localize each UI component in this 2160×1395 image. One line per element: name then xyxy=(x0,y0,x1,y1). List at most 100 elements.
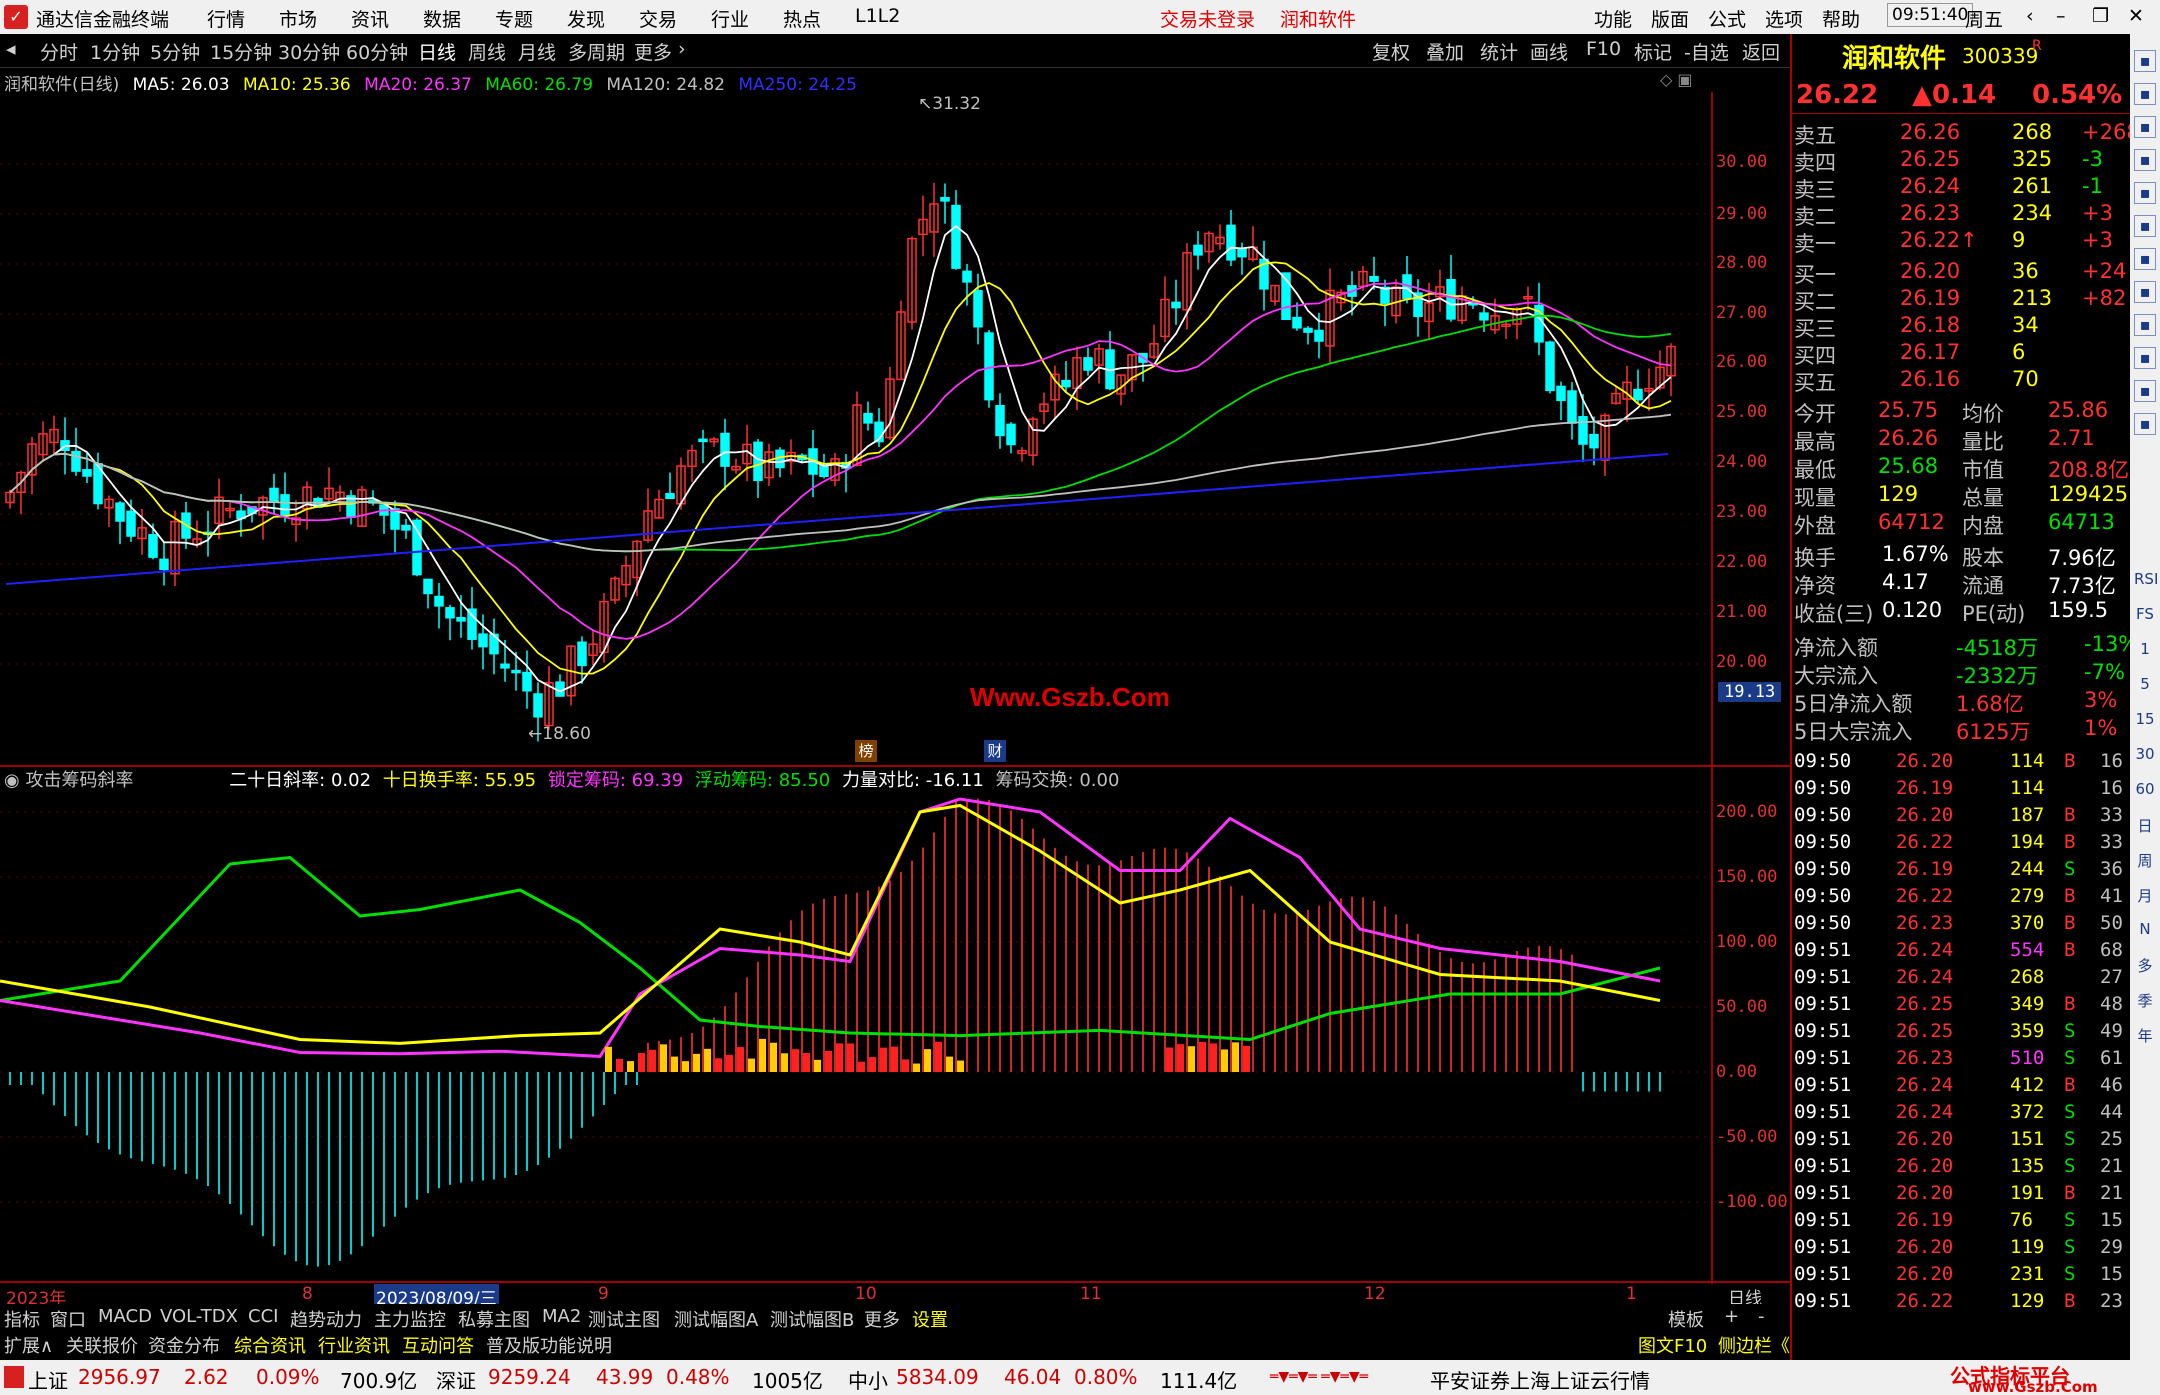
sh-label[interactable]: 上证 xyxy=(28,1365,68,1394)
sz-label[interactable]: 深证 xyxy=(436,1365,476,1394)
chart-settings-icon[interactable]: ◇ ▣ xyxy=(1660,70,1693,89)
clock-icon[interactable]: ▪ xyxy=(2134,413,2156,435)
tab-sidebar[interactable]: 侧边栏《 xyxy=(1718,1332,1790,1358)
chart-icon[interactable]: ▪ xyxy=(2134,182,2156,204)
table-icon[interactable]: ▪ xyxy=(2134,248,2156,270)
sidebar-period-12[interactable]: 季 xyxy=(2134,990,2156,1011)
menu-options[interactable]: 选项 xyxy=(1765,5,1803,32)
sidebar-period-9[interactable]: 月 xyxy=(2134,885,2156,906)
menu-hot[interactable]: 热点 xyxy=(783,5,821,32)
menu-topics[interactable]: 专题 xyxy=(495,5,533,32)
tab-test-main[interactable]: 测试主图 xyxy=(588,1306,660,1332)
flow-icon[interactable]: ▪ xyxy=(2134,347,2156,369)
btn-mark[interactable]: 标记 xyxy=(1634,38,1672,65)
kline-icon[interactable]: ▪ xyxy=(2134,215,2156,237)
tab-qa[interactable]: 互动问答 xyxy=(402,1332,474,1358)
period-tab-fenshi[interactable]: 分时 xyxy=(40,38,78,65)
btn-draw[interactable]: 画线 xyxy=(1530,38,1568,65)
list-icon[interactable]: ▪ xyxy=(2134,116,2156,138)
up-arrow-icon[interactable]: ▪ xyxy=(2134,50,2156,72)
tab-ma2[interactable]: MA2 xyxy=(542,1306,581,1327)
indicator-collapse-icon[interactable]: ◉ xyxy=(4,770,20,791)
kline-chart[interactable] xyxy=(0,92,1790,1304)
close-icon[interactable]: ✕ xyxy=(2128,5,2144,27)
tab-window[interactable]: 窗口 xyxy=(50,1306,86,1332)
period-tab-monthly[interactable]: 月线 xyxy=(518,38,556,65)
period-tab-5m[interactable]: 5分钟 xyxy=(150,38,200,65)
tab-trend-power[interactable]: 趋势动力 xyxy=(290,1306,362,1332)
period-tab-15m[interactable]: 15分钟 xyxy=(210,38,272,65)
f10-icon[interactable]: ▪ xyxy=(2134,281,2156,303)
period-tab-multi[interactable]: 多周期 xyxy=(568,38,625,65)
tab-cci[interactable]: CCI xyxy=(248,1306,278,1327)
collapse-icon[interactable]: ◂ xyxy=(6,38,16,60)
menu-data[interactable]: 数据 xyxy=(423,5,461,32)
menu-function[interactable]: 功能 xyxy=(1594,5,1632,32)
menu-l1l2[interactable]: L1L2 xyxy=(855,5,900,27)
period-tab-more[interactable]: 更多 xyxy=(634,38,672,65)
btn-remove-pane[interactable]: - xyxy=(1758,1306,1765,1327)
back-nav-icon[interactable]: ‹ xyxy=(2026,5,2034,27)
btn-add-pane[interactable]: + xyxy=(1724,1306,1739,1327)
menu-news[interactable]: 资讯 xyxy=(351,5,389,32)
menu-industry[interactable]: 行业 xyxy=(711,5,749,32)
tab-general-news[interactable]: 综合资讯 xyxy=(234,1332,306,1358)
period-tab-60m[interactable]: 60分钟 xyxy=(346,38,408,65)
restore-icon[interactable]: ❐ xyxy=(2092,5,2109,27)
sidebar-period-6[interactable]: 60 xyxy=(2134,780,2156,798)
sidebar-period-7[interactable]: 日 xyxy=(2134,815,2156,836)
sidebar-period-11[interactable]: 多 xyxy=(2134,955,2156,976)
grid-icon[interactable]: ▪ xyxy=(2134,149,2156,171)
sidebar-period-2[interactable]: 1 xyxy=(2134,640,2156,658)
minimize-icon[interactable]: – xyxy=(2056,5,2066,27)
tab-test-sub-a[interactable]: 测试幅图A xyxy=(674,1306,758,1332)
period-tab-daily[interactable]: 日线 xyxy=(418,38,456,65)
tab-industry-news[interactable]: 行业资讯 xyxy=(318,1332,390,1358)
sidebar-period-3[interactable]: 5 xyxy=(2134,675,2156,693)
sidebar-period-1[interactable]: FS xyxy=(2134,605,2156,623)
period-tab-weekly[interactable]: 周线 xyxy=(468,38,506,65)
btn-watchlist[interactable]: -自选 xyxy=(1684,38,1729,65)
menu-market[interactable]: 市场 xyxy=(279,5,317,32)
zx-label[interactable]: 中小 xyxy=(848,1365,888,1394)
tab-test-sub-b[interactable]: 测试幅图B xyxy=(770,1306,854,1332)
tab-feature-guide[interactable]: 普及版功能说明 xyxy=(486,1332,612,1358)
menu-trade[interactable]: 交易 xyxy=(639,5,677,32)
event-badge-bang[interactable]: 榜 xyxy=(855,740,877,762)
sidebar-period-10[interactable]: N xyxy=(2134,920,2156,938)
tab-related-quotes[interactable]: 关联报价 xyxy=(66,1332,138,1358)
tab-settings[interactable]: 设置 xyxy=(912,1306,948,1332)
menu-formula[interactable]: 公式 xyxy=(1708,5,1746,32)
tab-expand[interactable]: 扩展∧ xyxy=(4,1332,53,1358)
tab-f10-graphic[interactable]: 图文F10 xyxy=(1638,1332,1707,1358)
sidebar-period-5[interactable]: 30 xyxy=(2134,745,2156,763)
btn-return[interactable]: 返回 xyxy=(1742,38,1780,65)
tab-indicator[interactable]: 指标 xyxy=(4,1306,40,1332)
period-tab-1m[interactable]: 1分钟 xyxy=(90,38,140,65)
menu-hq[interactable]: 行情 xyxy=(207,5,245,32)
tab-private-main[interactable]: 私募主图 xyxy=(458,1306,530,1332)
tab-more[interactable]: 更多 xyxy=(864,1306,900,1332)
more-chevron-icon[interactable]: › xyxy=(678,38,686,60)
menu-help[interactable]: 帮助 xyxy=(1822,5,1860,32)
doc-icon[interactable]: ▪ xyxy=(2134,380,2156,402)
sidebar-period-13[interactable]: 年 xyxy=(2134,1025,2156,1046)
btn-f10[interactable]: F10 xyxy=(1586,38,1621,60)
server-status[interactable]: 平安证券上海上证云行情 xyxy=(1430,1365,1650,1394)
news-icon[interactable]: ▪ xyxy=(2134,314,2156,336)
menu-layout[interactable]: 版面 xyxy=(1651,5,1689,32)
event-badge-cai[interactable]: 财 xyxy=(984,740,1006,762)
btn-overlay[interactable]: 叠加 xyxy=(1426,38,1464,65)
btn-fuquan[interactable]: 复权 xyxy=(1372,38,1410,65)
indicator-name[interactable]: 攻击筹码斜率 xyxy=(25,770,133,791)
login-status[interactable]: 交易未登录 xyxy=(1160,5,1255,32)
down-arrow-icon[interactable]: ▪ xyxy=(2134,83,2156,105)
tab-macd[interactable]: MACD xyxy=(98,1306,152,1327)
tab-vol-tdx[interactable]: VOL-TDX xyxy=(160,1306,238,1327)
sidebar-period-8[interactable]: 周 xyxy=(2134,850,2156,871)
tab-main-monitor[interactable]: 主力监控 xyxy=(374,1306,446,1332)
menu-discover[interactable]: 发现 xyxy=(567,5,605,32)
sidebar-period-0[interactable]: RSI xyxy=(2134,570,2158,588)
sidebar-period-4[interactable]: 15 xyxy=(2134,710,2156,728)
tab-fund-distribution[interactable]: 资金分布 xyxy=(148,1332,220,1358)
